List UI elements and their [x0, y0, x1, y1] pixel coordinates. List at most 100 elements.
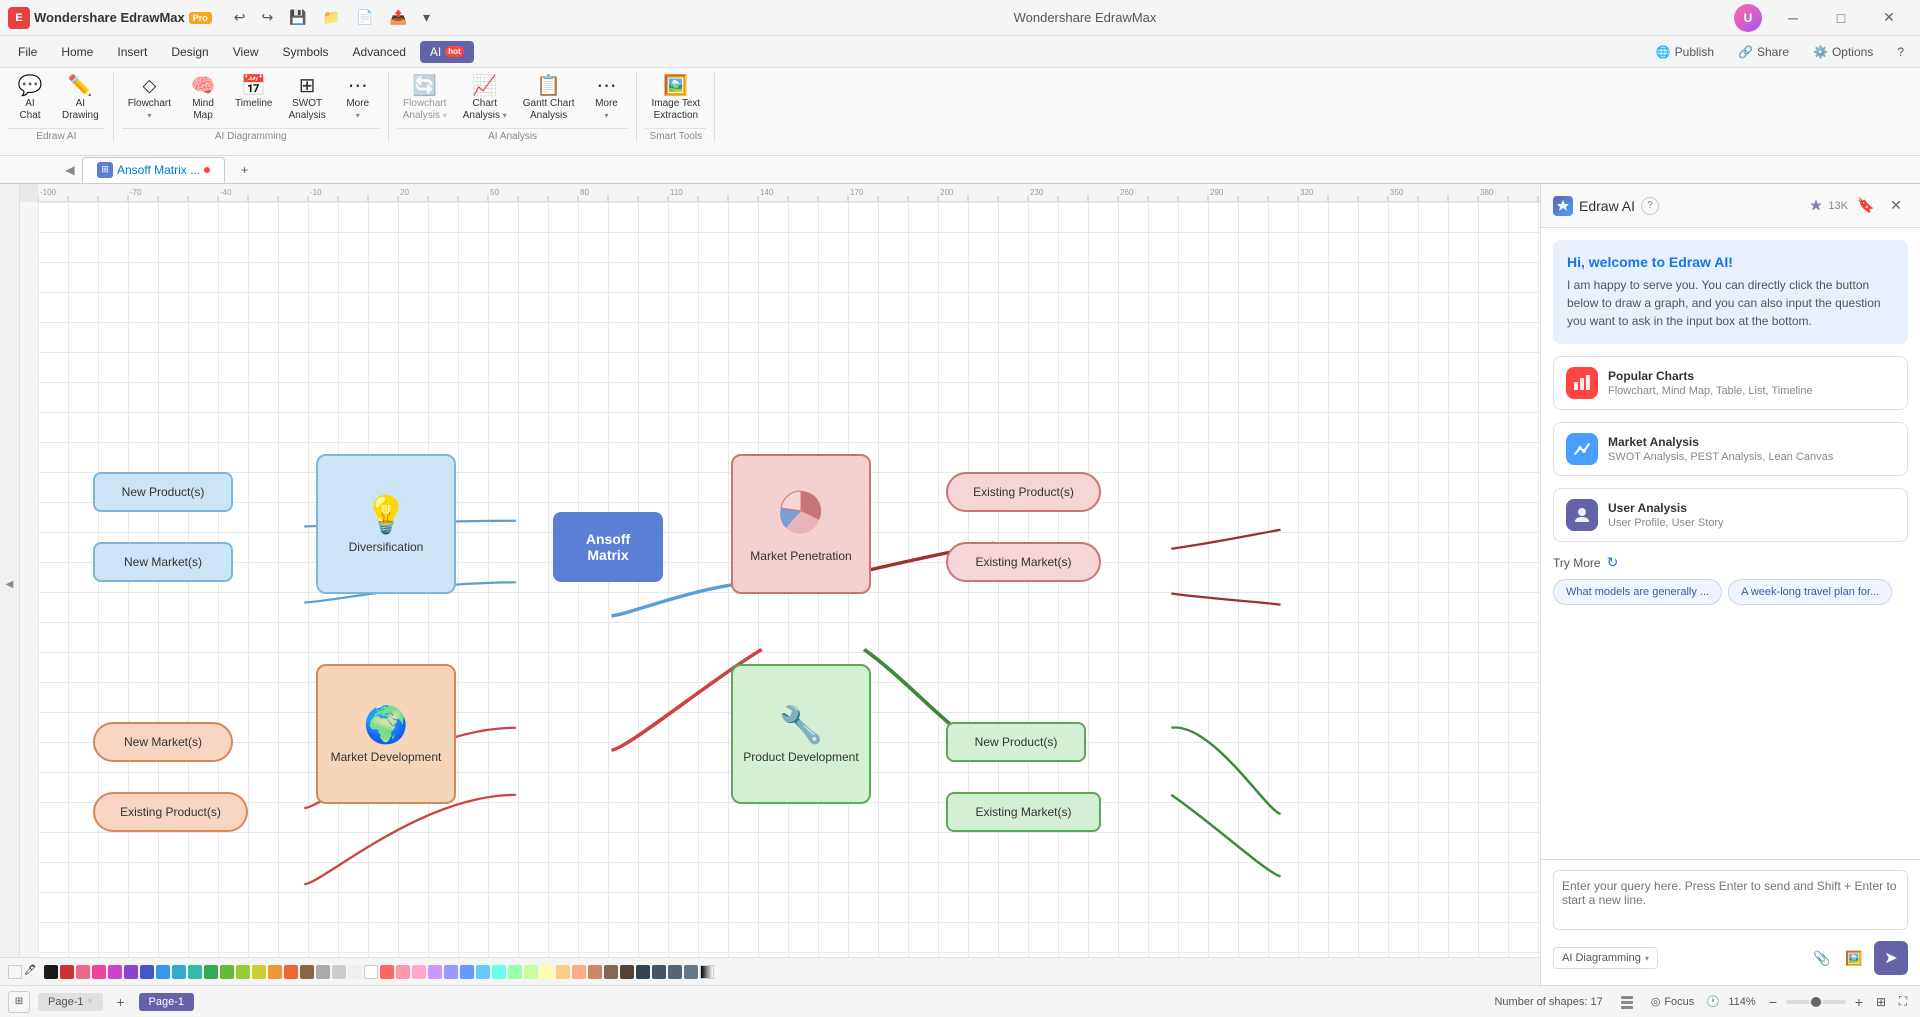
focus-btn[interactable]: ◎ Focus: [1647, 993, 1699, 1010]
ai-chat-area[interactable]: Hi, welcome to Edraw AI! I am happy to s…: [1541, 228, 1920, 859]
color-swatch-peach[interactable]: [396, 965, 410, 979]
menu-symbols[interactable]: Symbols: [273, 41, 339, 63]
left-collapse-btn[interactable]: ◀: [0, 184, 20, 985]
color-swatch-teal[interactable]: [188, 965, 202, 979]
node-product-development[interactable]: 🔧 Product Development: [731, 664, 871, 804]
color-swatch-tan[interactable]: [588, 965, 602, 979]
color-swatch-red[interactable]: [60, 965, 74, 979]
menu-file[interactable]: File: [8, 41, 47, 63]
flowchart-analysis-btn[interactable]: 🔄 FlowchartAnalysis ▾: [397, 72, 453, 126]
color-swatch-brown[interactable]: [300, 965, 314, 979]
redo-btn[interactable]: ↪: [256, 7, 280, 28]
menu-view[interactable]: View: [223, 41, 269, 63]
try-chip-0[interactable]: What models are generally ...: [1553, 579, 1722, 605]
options-btn[interactable]: ⚙️Options: [1805, 42, 1881, 62]
publish-btn[interactable]: 🌐Publish: [1648, 42, 1722, 62]
menu-home[interactable]: Home: [51, 41, 103, 63]
node-existing-products-2[interactable]: Existing Product(s): [93, 792, 248, 832]
ai-attachment-btn[interactable]: 📎: [1808, 944, 1836, 972]
node-ansoff-matrix[interactable]: AnsoffMatrix: [553, 512, 663, 582]
color-swatch-gray[interactable]: [316, 965, 330, 979]
ai-panel-help-btn[interactable]: ?: [1641, 197, 1659, 215]
node-existing-products-1[interactable]: Existing Product(s): [946, 472, 1101, 512]
ai-panel-bookmark-btn[interactable]: 🔖: [1854, 194, 1878, 218]
node-existing-markets-1[interactable]: Existing Market(s): [946, 542, 1101, 582]
ai-drawing-btn[interactable]: ✏️ AIDrawing: [56, 72, 105, 126]
node-new-markets-1[interactable]: New Market(s): [93, 542, 233, 582]
menu-insert[interactable]: Insert: [107, 41, 157, 63]
share-btn[interactable]: 🔗Share: [1730, 42, 1797, 62]
node-existing-markets-2[interactable]: Existing Market(s): [946, 792, 1101, 832]
fullscreen-btn[interactable]: ⛶: [1894, 993, 1912, 1011]
color-swatch-violet[interactable]: [124, 965, 138, 979]
undo-btn[interactable]: ↩: [228, 7, 252, 28]
flowchart-btn[interactable]: ⬦ Flowchart▾: [122, 72, 177, 126]
node-new-markets-2[interactable]: New Market(s): [93, 722, 233, 762]
template-btn[interactable]: 📄: [350, 7, 379, 28]
color-swatch-white[interactable]: [364, 965, 378, 979]
layer-btn[interactable]: [1615, 992, 1639, 1012]
close-btn[interactable]: ✕: [1866, 3, 1912, 33]
zoom-slider[interactable]: [1786, 1000, 1846, 1004]
color-swatch-wheat[interactable]: [556, 965, 570, 979]
color-swatch-lavender[interactable]: [428, 965, 442, 979]
maximize-btn[interactable]: □: [1818, 3, 1864, 33]
color-swatch-green[interactable]: [204, 965, 218, 979]
color-swatch-cyan[interactable]: [172, 965, 186, 979]
color-swatch-black[interactable]: [44, 965, 58, 979]
minimize-btn[interactable]: ─: [1770, 3, 1816, 33]
color-swatch-mintgreen[interactable]: [508, 965, 522, 979]
color-swatch-slate[interactable]: [636, 965, 650, 979]
tab-ansoff[interactable]: ⊞ Ansoff Matrix ...: [82, 157, 225, 183]
more-analysis-btn[interactable]: ⋯ More▾: [584, 72, 628, 126]
color-swatch-coolblue[interactable]: [684, 965, 698, 979]
color-swatch-purple[interactable]: [108, 965, 122, 979]
image-text-btn[interactable]: 🖼️ Image TextExtraction: [645, 72, 706, 126]
color-swatch-lightblue[interactable]: [156, 965, 170, 979]
color-swatch-cornflower[interactable]: [460, 965, 474, 979]
color-swatch-yellowgreen[interactable]: [236, 965, 250, 979]
canvas-area[interactable]: -100-70-40-10205080110140170200230260290…: [20, 184, 1540, 985]
color-swatch-bisque[interactable]: [572, 965, 586, 979]
ai-chat-btn[interactable]: 💬 AIChat: [8, 72, 52, 126]
canvas[interactable]: AnsoffMatrix 💡 Diversification: [38, 202, 1540, 985]
timeline-btn[interactable]: 📅 Timeline: [229, 72, 278, 114]
color-swatch-periwinkle[interactable]: [444, 965, 458, 979]
node-new-products-1[interactable]: New Product(s): [93, 472, 233, 512]
grid-btn[interactable]: ⊞: [8, 991, 30, 1013]
color-swatch-sienna[interactable]: [604, 965, 618, 979]
menu-advanced[interactable]: Advanced: [343, 41, 416, 63]
node-market-penetration[interactable]: Market Penetration: [731, 454, 871, 594]
menu-design[interactable]: Design: [161, 41, 218, 63]
page-tab-view[interactable]: Page-1: [139, 993, 194, 1011]
gradient-swatch[interactable]: [700, 965, 714, 979]
color-swatch-darkorange[interactable]: [284, 965, 298, 979]
avatar[interactable]: U: [1734, 4, 1762, 32]
fit-page-btn[interactable]: ⊞: [1872, 993, 1890, 1011]
color-swatch-darkbrown[interactable]: [620, 965, 634, 979]
color-swatch-steelblue[interactable]: [668, 965, 682, 979]
ai-mode-select[interactable]: AI Diagramming ▾: [1553, 947, 1658, 969]
mind-map-btn[interactable]: 🧠 MindMap: [181, 72, 225, 126]
suggestion-market-analysis[interactable]: Market Analysis SWOT Analysis, PEST Anal…: [1553, 422, 1908, 476]
more-titlebar-btn[interactable]: ▾: [417, 7, 436, 28]
ai-query-input[interactable]: [1553, 870, 1908, 930]
color-swatch-lime[interactable]: [220, 965, 234, 979]
add-page-btn[interactable]: +: [111, 992, 131, 1012]
color-swatch-pink[interactable]: [76, 965, 90, 979]
ai-panel-close-btn[interactable]: ✕: [1884, 194, 1908, 218]
color-swatch-honeydew[interactable]: [524, 965, 538, 979]
fill-color-btn[interactable]: [8, 965, 22, 979]
collapse-left-btn[interactable]: ◀: [60, 160, 80, 180]
zoom-in-btn[interactable]: +: [1850, 993, 1868, 1011]
export-btn[interactable]: 📤: [384, 7, 413, 28]
chart-analysis-btn[interactable]: 📈 ChartAnalysis ▾: [457, 72, 513, 126]
more-diagramming-btn[interactable]: ⋯ More▾: [336, 72, 380, 126]
gantt-analysis-btn[interactable]: 📋 Gantt ChartAnalysis: [517, 72, 581, 126]
try-more-refresh-btn[interactable]: ↻: [1607, 554, 1619, 571]
swot-btn[interactable]: ⊞ SWOTAnalysis: [282, 72, 331, 126]
tab-add[interactable]: +: [227, 159, 262, 181]
color-swatch-orange[interactable]: [268, 965, 282, 979]
try-chip-1[interactable]: A week-long travel plan for...: [1728, 579, 1892, 605]
zoom-slider-thumb[interactable]: [1811, 997, 1821, 1007]
